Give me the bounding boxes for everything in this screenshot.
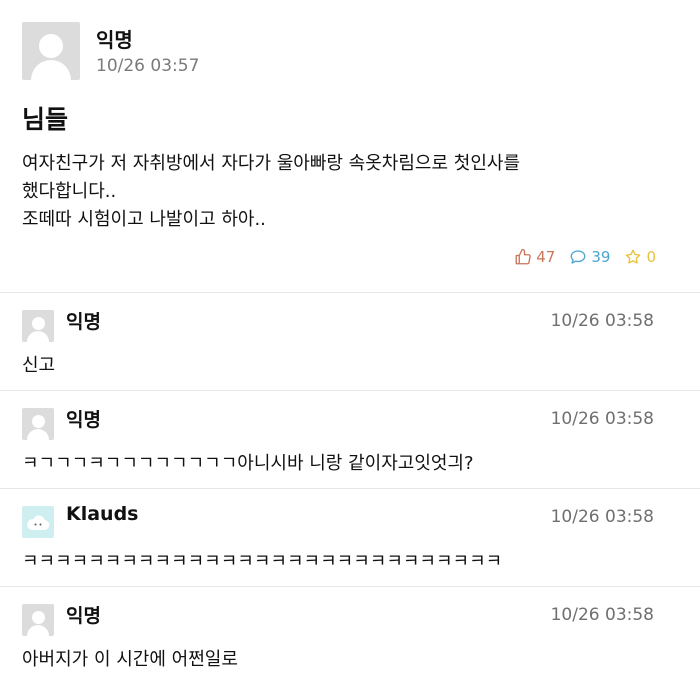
- cloud-avatar-icon[interactable]: [22, 506, 54, 538]
- comment-text: ㅋㄱㄱㄱㅋㄱㄱㄱㄱㄱㄱㄱㄱ아니시바 니랑 같이자고잇엇긔?: [22, 453, 474, 474]
- comment-item: Klauds 10/26 03:58 ㅋㅋㅋㅋㅋㅋㅋㅋㅋㅋㅋㅋㅋㅋㅋㅋㅋㅋㅋㅋㅋ…: [0, 489, 700, 587]
- post-stats: 47 39 0: [514, 248, 656, 266]
- comment-time: 10/26 03:58: [550, 507, 654, 527]
- thumbs-up-icon: [515, 248, 532, 265]
- comment-author[interactable]: 익명: [66, 601, 101, 628]
- speech-bubble-icon: [570, 250, 586, 264]
- comment-item: 익명 10/26 03:58 ㅋㄱㄱㄱㅋㄱㄱㄱㄱㄱㄱㄱㄱ아니시바 니랑 같이자고…: [0, 391, 700, 489]
- comment-time: 10/26 03:58: [550, 311, 654, 331]
- comment-text: ㅋㅋㅋㅋㅋㅋㅋㅋㅋㅋㅋㅋㅋㅋㅋㅋㅋㅋㅋㅋㅋㅋㅋㅋㅋㅋㅋㅋㅋ: [22, 551, 503, 572]
- like-button[interactable]: 47: [514, 248, 555, 266]
- comment-author[interactable]: 익명: [66, 307, 101, 334]
- star-icon: [626, 249, 641, 264]
- like-count: 47: [536, 248, 556, 266]
- default-avatar-icon[interactable]: [22, 310, 54, 342]
- comment-item: 익명 10/26 03:58 아버지가 이 시간에 어쩐일로: [0, 587, 700, 684]
- comment-time: 10/26 03:58: [550, 409, 654, 429]
- post-body: 여자친구가 저 자취방에서 자다가 울아빠랑 속옷차림으로 첫인사를 했다합니다…: [22, 153, 521, 230]
- scrap-count: 0: [646, 248, 656, 266]
- default-avatar-icon[interactable]: [22, 22, 80, 80]
- post-time: 10/26 03:57: [96, 56, 200, 76]
- comment-author[interactable]: Klauds: [66, 503, 139, 525]
- default-avatar-icon[interactable]: [22, 604, 54, 636]
- default-avatar-icon[interactable]: [22, 408, 54, 440]
- comment-count: 39: [591, 248, 611, 266]
- post: 익명 10/26 03:57 님들 여자친구가 저 자취방에서 자다가 울아빠랑…: [0, 0, 700, 293]
- comment-list: 익명 10/26 03:58 신고 익명 10/26 03:58 ㅋㄱㄱㄱㅋㄱㄱ…: [0, 293, 700, 684]
- comment-text: 아버지가 이 시간에 어쩐일로: [22, 649, 238, 670]
- comment-author[interactable]: 익명: [66, 405, 101, 432]
- comment-time: 10/26 03:58: [550, 605, 654, 625]
- scrap-button[interactable]: 0: [624, 248, 656, 266]
- post-title: 님들: [22, 105, 69, 134]
- comment-item: 익명 10/26 03:58 신고: [0, 293, 700, 391]
- comment-count-button[interactable]: 39: [569, 248, 610, 266]
- post-author[interactable]: 익명: [96, 24, 133, 53]
- cloud-icon: [27, 515, 50, 531]
- comment-text: 신고: [22, 355, 56, 376]
